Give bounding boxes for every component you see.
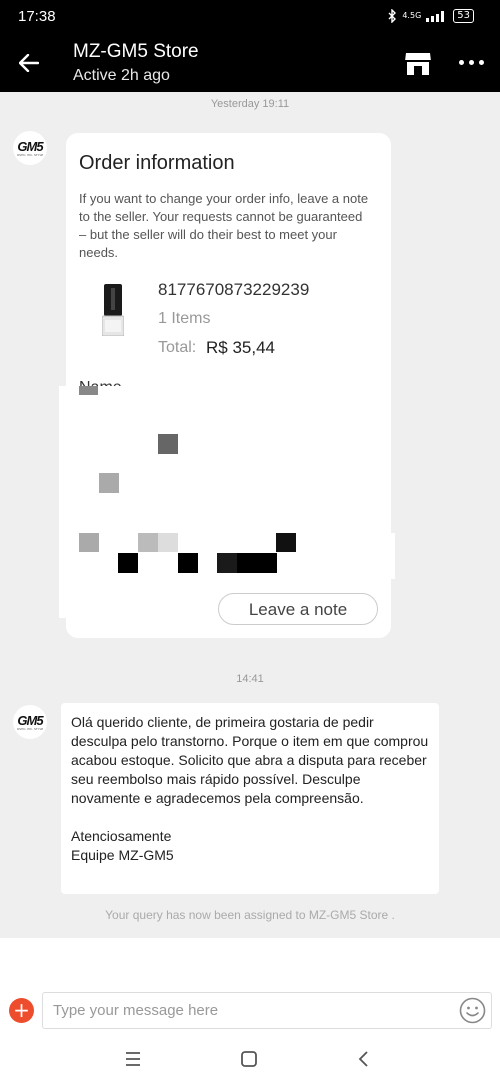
avatar-logo: GM5 bbox=[17, 138, 43, 154]
status-icons: 4.5G 53 bbox=[388, 9, 474, 23]
order-card-description: If you want to change your order info, l… bbox=[79, 191, 369, 260]
redaction-block bbox=[138, 533, 158, 552]
battery-indicator: 53 bbox=[453, 9, 474, 23]
back-arrow-icon bbox=[19, 54, 39, 72]
message-body: Olá querido cliente, de primeira gostari… bbox=[71, 714, 429, 806]
status-bar: 17:38 4.5G 53 bbox=[0, 0, 500, 34]
redaction-block bbox=[158, 434, 178, 454]
seller-message-bubble[interactable]: Olá querido cliente, de primeira gostari… bbox=[61, 703, 439, 894]
redaction-block bbox=[118, 553, 138, 573]
product-thumbnail[interactable] bbox=[102, 284, 124, 336]
more-options-button[interactable] bbox=[456, 52, 486, 72]
active-status: Active 2h ago bbox=[73, 67, 170, 84]
bluetooth-icon bbox=[388, 9, 397, 23]
message-signature: Equipe MZ-GM5 bbox=[71, 847, 174, 863]
message-signoff: Atenciosamente bbox=[71, 828, 172, 844]
menu-icon[interactable] bbox=[122, 1050, 144, 1068]
leave-note-button[interactable]: Leave a note bbox=[218, 593, 378, 625]
dot bbox=[468, 59, 474, 65]
plus-icon: + bbox=[13, 998, 30, 1022]
redacted-address-area bbox=[59, 386, 391, 618]
network-type: 4.5G bbox=[402, 11, 422, 20]
assignment-notice: Your query has now been assigned to MZ-G… bbox=[105, 908, 395, 922]
message-timestamp: Yesterday 19:11 bbox=[210, 98, 290, 110]
redacted-address-area bbox=[380, 533, 395, 579]
redaction-block bbox=[237, 553, 277, 573]
redaction-block bbox=[79, 533, 99, 552]
store-name: MZ-GM5 Store bbox=[73, 41, 199, 62]
order-total-label: Total: bbox=[158, 339, 197, 356]
status-time: 17:38 bbox=[18, 8, 56, 25]
chat-header: MZ-GM5 Store Active 2h ago bbox=[0, 34, 500, 92]
signal-icon bbox=[426, 11, 445, 22]
add-attachment-button[interactable]: + bbox=[9, 998, 34, 1023]
avatar-logo-sub: OSHC. PIC. STYLE bbox=[16, 152, 44, 157]
seller-avatar[interactable]: GM5 OSHC. PIC. STYLE bbox=[13, 131, 47, 165]
back-nav-icon[interactable] bbox=[353, 1050, 375, 1068]
dot bbox=[478, 59, 484, 65]
dot bbox=[458, 59, 464, 65]
redaction-block bbox=[276, 533, 296, 552]
avatar-logo-sub: OSHC. PIC. STYLE bbox=[16, 726, 44, 731]
order-number: 8177670873229239 bbox=[158, 280, 310, 299]
emoji-icon[interactable] bbox=[459, 997, 486, 1024]
avatar-logo: GM5 bbox=[17, 712, 43, 728]
store-icon bbox=[405, 53, 431, 75]
home-icon[interactable] bbox=[238, 1050, 260, 1068]
message-input[interactable] bbox=[42, 992, 492, 1029]
message-timestamp: 14:41 bbox=[236, 673, 264, 685]
seller-avatar[interactable]: GM5 OSHC. PIC. STYLE bbox=[13, 705, 47, 739]
back-button[interactable] bbox=[16, 49, 42, 77]
order-total-value: R$ 35,44 bbox=[206, 338, 275, 357]
redaction-block bbox=[158, 533, 178, 552]
order-card-title: Order information bbox=[79, 152, 235, 174]
order-item-count: 1 Items bbox=[158, 310, 211, 327]
redaction-block bbox=[217, 553, 237, 573]
redaction-block bbox=[79, 386, 98, 395]
redaction-block bbox=[99, 473, 119, 493]
store-button[interactable] bbox=[404, 50, 432, 76]
redaction-block bbox=[178, 553, 198, 573]
